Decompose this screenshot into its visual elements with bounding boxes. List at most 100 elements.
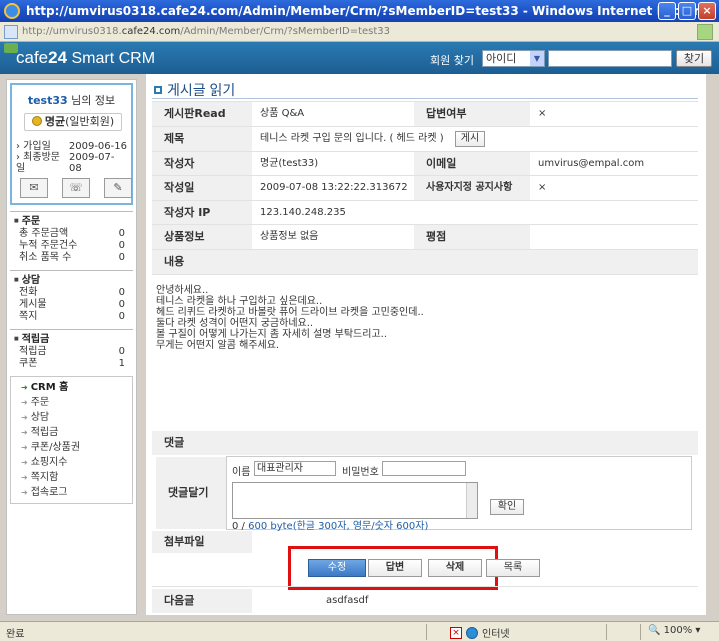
stat-value: 0: [118, 240, 125, 251]
stat-value: 1: [118, 358, 125, 369]
crm-header: cafe24 Smart CRM 회원 찾기 아이디 ▼ 찾기: [0, 42, 719, 74]
stat-value: 0: [118, 311, 125, 322]
delete-button[interactable]: 삭제: [428, 559, 482, 577]
comment-name-input[interactable]: 대표관리자: [254, 461, 336, 476]
maximize-button[interactable]: □: [678, 2, 696, 20]
user-info-box: test33 님의 정보 명균(일반회원) › 가입일 2009-06-16 › …: [10, 83, 133, 205]
author-label: 작성자: [152, 152, 252, 175]
stat-label: 누적 주문건수: [19, 240, 78, 251]
board-label: 게시판Read: [152, 102, 252, 126]
minimize-button[interactable]: _: [658, 2, 676, 20]
board-value: 상품 Q&A: [260, 108, 305, 119]
stat-value: 0: [118, 299, 125, 310]
grade-icon: [31, 116, 42, 126]
address-bar[interactable]: http://umvirus0318.cafe24.com/Admin/Memb…: [0, 22, 719, 42]
mail-icon[interactable]: ✉: [20, 178, 48, 198]
nav-item-coupon[interactable]: ➜ 쿠폰/상품권: [11, 440, 132, 455]
post-button[interactable]: 게시: [455, 131, 485, 147]
nav-item-crm-home[interactable]: ➜ CRM 홈: [11, 380, 132, 395]
blocked-icon: ×: [450, 626, 462, 639]
custom-notice-value: ×: [538, 182, 547, 193]
stat-label: 적립금: [19, 346, 47, 357]
nav-item-order[interactable]: ➜ 주문: [11, 395, 132, 410]
comment-password-input[interactable]: [382, 461, 466, 476]
arrow-icon: ➜: [21, 443, 28, 452]
section-title: 상담: [10, 274, 133, 287]
window-title: http://umvirus0318.cafe24.com/Admin/Memb…: [26, 4, 714, 18]
stat-label: 쿠폰: [19, 358, 38, 369]
next-post-label: 다음글: [152, 589, 252, 613]
confirm-button[interactable]: 확인: [490, 499, 524, 515]
subject-value: 테니스 라켓 구입 문의 입니다. ( 헤드 라켓 ): [260, 133, 444, 144]
last-visit-label: › 최종방문일: [16, 152, 60, 174]
globe-icon: [466, 626, 478, 639]
email-label: 이메일: [414, 152, 530, 175]
stat-value: 0: [118, 252, 125, 263]
reply-button[interactable]: 답변: [368, 559, 422, 577]
find-button[interactable]: 찾기: [676, 50, 712, 67]
member-search-label: 회원 찾기: [430, 54, 474, 67]
attachment-label: 첨부파일: [152, 531, 252, 553]
close-button[interactable]: ×: [698, 2, 716, 20]
arrow-icon: ➜: [21, 473, 28, 482]
ip-value: 123.140.248.235: [260, 207, 346, 218]
zoom-level[interactable]: 🔍 100% ▾: [648, 625, 700, 636]
nav-item-messages[interactable]: ➜ 쪽지함: [11, 470, 132, 485]
nav-item-access-log[interactable]: ➜ 접속로그: [11, 485, 132, 500]
brand-logo: cafe24 Smart CRM: [16, 48, 156, 67]
address-url[interactable]: http://umvirus0318.cafe24.com/Admin/Memb…: [22, 26, 390, 37]
arrow-icon: ➜: [21, 488, 28, 497]
post-view: 게시글 읽기 게시판Read 상품 Q&A 답변여부 × 제목 테니스 라켓 구…: [146, 74, 706, 615]
section-title: 주문: [10, 215, 133, 228]
member-search-input[interactable]: [548, 50, 672, 67]
join-date-label: › 가입일: [16, 141, 51, 152]
arrow-icon: ➜: [21, 383, 28, 392]
textarea-scrollbar[interactable]: [466, 483, 477, 518]
edit-button[interactable]: 수정: [308, 559, 366, 577]
comment-add-label: 댓글달기: [156, 457, 226, 529]
page-icon: [4, 24, 18, 39]
side-section-consult: 상담 전화 0 게시물 0 쪽지 0: [10, 270, 133, 323]
ie-logo-icon: [4, 3, 20, 19]
member-grade-badge: 명균(일반회원): [24, 113, 122, 131]
reply-status-value: ×: [538, 108, 547, 119]
email-value: umvirus@empal.com: [538, 158, 645, 169]
next-post-link[interactable]: asdfasdf: [318, 589, 368, 613]
nav-item-points[interactable]: ➜ 적립금: [11, 425, 132, 440]
phone-icon[interactable]: ☏: [62, 178, 90, 198]
crm-nav: ➜ CRM 홈 ➜ 주문 ➜ 상담 ➜ 적립금 ➜ 쿠폰/상품권 ➜ 쇼핑지수 ➜ 쪽지함 ➜…: [10, 376, 133, 504]
product-value: 상품정보 없음: [260, 231, 319, 242]
window-titlebar: http://umvirus0318.cafe24.com/Admin/Memb…: [0, 0, 719, 22]
stat-value: 0: [118, 228, 125, 239]
comment-section-label: 댓글: [152, 431, 698, 455]
post-content: 안녕하세요.. 테니스 라켓을 하나 구입하고 싶은데요.. 헤드 리퀴드 라켓…: [156, 285, 424, 351]
date-value: 2009-07-08 13:22:22.313672: [260, 182, 408, 193]
join-date-value: 2009-06-16: [68, 141, 127, 152]
side-section-points: 적립금 적립금0 쿠폰1: [10, 329, 133, 370]
list-button[interactable]: 목록: [486, 559, 540, 577]
stat-label: 쪽지: [19, 311, 38, 322]
arrow-icon: ➜: [21, 413, 28, 422]
security-zone[interactable]: × 인터넷: [450, 625, 510, 640]
comment-textarea[interactable]: [232, 482, 478, 519]
comment-name-label: 이름: [232, 467, 251, 478]
custom-notice-label: 사용자지정 공지사항: [414, 176, 530, 200]
ip-label: 작성자 IP: [152, 201, 252, 224]
status-text: 완료: [6, 629, 25, 640]
comment-password-label: 비밀번호: [342, 467, 379, 478]
reply-status-label: 답변여부: [414, 102, 530, 126]
stat-label: 전화: [19, 287, 38, 298]
nav-item-shopping-index[interactable]: ➜ 쇼핑지수: [11, 455, 132, 470]
go-icon[interactable]: [697, 24, 713, 40]
date-label: 작성일: [152, 176, 252, 200]
memo-icon[interactable]: ✎: [104, 178, 132, 198]
section-title: 적립금: [10, 333, 133, 346]
subject-label: 제목: [152, 127, 252, 151]
search-type-select[interactable]: 아이디 ▼: [482, 50, 545, 67]
chevron-down-icon[interactable]: ▼: [530, 51, 544, 66]
last-visit-value: 2009-07-08: [69, 152, 115, 174]
author-value: 명균(test33): [260, 158, 319, 169]
nav-item-consult[interactable]: ➜ 상담: [11, 410, 132, 425]
stat-label: 취소 품목 수: [19, 252, 72, 263]
arrow-icon: ➜: [21, 458, 28, 467]
